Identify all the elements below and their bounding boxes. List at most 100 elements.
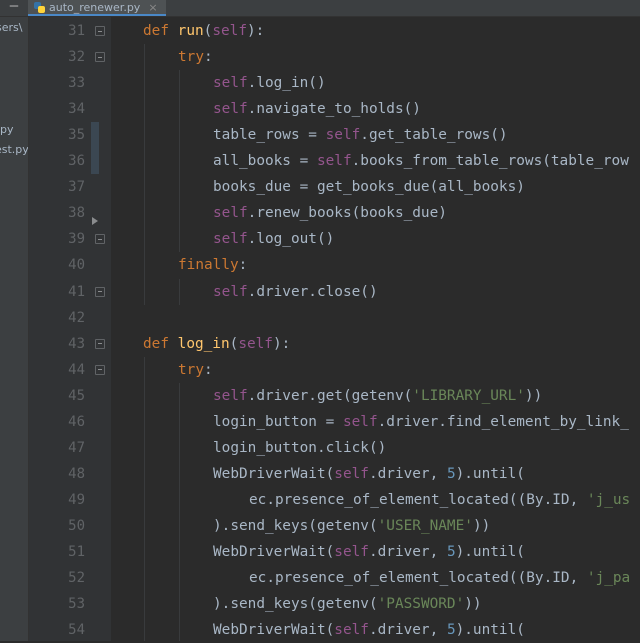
- code-token: ec.presence_of_element_located((By.ID,: [249, 570, 587, 587]
- code-token: table_rows =: [213, 127, 326, 144]
- fold-icon[interactable]: [95, 364, 105, 375]
- line-number: 43: [68, 335, 85, 352]
- code-line[interactable]: self.driver.get(getenv('LIBRARY_URL')): [213, 383, 542, 409]
- code-token: )): [464, 596, 482, 613]
- vcs-change-marker[interactable]: [91, 122, 99, 175]
- code-line[interactable]: WebDriverWait(self.driver, 5).until(: [213, 461, 525, 487]
- code-token: .driver.close(): [247, 283, 378, 300]
- code-token: ).until(: [455, 622, 525, 639]
- code-token: ):: [246, 23, 265, 39]
- indent-guide: [144, 44, 145, 305]
- line-number: 33: [68, 75, 85, 92]
- project-panel: sers\ py est.py: [0, 17, 29, 641]
- code-token: :: [238, 257, 248, 274]
- code-token: self: [334, 622, 369, 639]
- tab-auto-renewer[interactable]: auto_renewer.py ×: [28, 0, 166, 16]
- line-number: 40: [68, 257, 85, 274]
- line-number: 34: [68, 101, 85, 118]
- editor-tab-bar: — auto_renewer.py ×: [0, 0, 640, 17]
- indent-guide: [179, 278, 180, 305]
- tab-label: auto_renewer.py: [49, 0, 141, 14]
- code-token: try: [178, 361, 204, 378]
- code-line[interactable]: WebDriverWait(self.driver, 5).until(: [213, 617, 525, 641]
- code-token: )): [524, 387, 543, 404]
- fold-icon[interactable]: [95, 234, 105, 245]
- line-number: 45: [68, 387, 85, 404]
- code-line[interactable]: ec.presence_of_element_located((By.ID, '…: [249, 565, 630, 591]
- fold-icon[interactable]: [95, 338, 105, 349]
- code-line[interactable]: self.renew_books(books_due): [213, 200, 447, 226]
- line-number: 31: [68, 23, 85, 39]
- code-line[interactable]: ec.presence_of_element_located((By.ID, '…: [249, 487, 630, 513]
- code-token: 5: [446, 544, 456, 560]
- editor-gutter: 31 32 33 34 35 36 37 38 39 40 41 42 43 44 45 46 47 48 49 50…: [29, 17, 111, 641]
- code-token: ):: [272, 335, 291, 352]
- code-line[interactable]: self.log_out(): [213, 226, 334, 252]
- code-token: WebDriverWait(: [213, 622, 335, 639]
- code-token: self: [213, 231, 248, 248]
- code-line[interactable]: login_button.click(): [213, 435, 386, 461]
- project-file-item[interactable]: est.py: [0, 143, 28, 156]
- run-arrow-icon[interactable]: [92, 217, 98, 226]
- code-line[interactable]: def run(self):: [143, 18, 264, 44]
- code-token: .books_from_table_rows(table_row: [351, 153, 629, 170]
- code-line[interactable]: try:: [178, 44, 213, 70]
- code-token: log_in: [177, 335, 230, 352]
- code-token: .driver,: [368, 544, 447, 560]
- code-token: 5: [446, 465, 456, 482]
- code-token: ).send_keys(getenv(: [213, 517, 378, 534]
- code-token: self: [213, 101, 248, 118]
- code-token: self: [213, 283, 248, 300]
- line-number: 49: [68, 491, 85, 508]
- fold-icon[interactable]: [95, 286, 105, 297]
- code-token: .navigate_to_holds(): [247, 101, 421, 118]
- line-number: 38: [68, 205, 85, 222]
- code-token: def: [143, 335, 178, 352]
- code-token: 'j_us: [586, 491, 631, 508]
- code-line[interactable]: login_button = self.driver.find_element_…: [213, 409, 629, 435]
- code-line[interactable]: def log_in(self):: [143, 331, 290, 357]
- project-path[interactable]: sers\: [0, 21, 22, 34]
- code-line[interactable]: self.navigate_to_holds(): [213, 96, 421, 122]
- code-line[interactable]: try:: [178, 357, 213, 383]
- code-token: :: [204, 49, 213, 66]
- code-editor[interactable]: def run(self): try: self.log_in() self.navi…: [111, 17, 640, 641]
- code-token: ).until(: [455, 465, 525, 482]
- fold-icon[interactable]: [95, 52, 105, 63]
- code-line[interactable]: ).send_keys(getenv('PASSWORD')): [213, 591, 482, 617]
- code-token: :: [204, 361, 213, 378]
- code-token: finally: [178, 257, 239, 274]
- code-line[interactable]: all_books = self.books_from_table_rows(t…: [213, 148, 629, 174]
- code-line[interactable]: finally:: [178, 252, 247, 278]
- code-line[interactable]: WebDriverWait(self.driver, 5).until(: [213, 539, 525, 565]
- code-token: WebDriverWait(: [213, 465, 335, 482]
- code-token: 'PASSWORD': [377, 596, 465, 613]
- line-number: 44: [68, 361, 85, 378]
- code-token: self: [334, 544, 369, 560]
- code-line[interactable]: table_rows = self.get_table_rows(): [213, 122, 508, 148]
- project-file-item[interactable]: py: [0, 123, 14, 136]
- code-token: .get_table_rows(): [360, 127, 508, 144]
- line-number: 37: [68, 179, 85, 196]
- line-number: 35: [68, 127, 85, 144]
- code-line[interactable]: ).send_keys(getenv('USER_NAME')): [213, 513, 490, 539]
- indent-guide: [179, 382, 180, 641]
- line-number: 41: [68, 283, 85, 300]
- code-token: ).until(: [455, 544, 525, 560]
- fold-icon[interactable]: [95, 26, 105, 36]
- code-token: .driver,: [368, 622, 447, 639]
- code-line[interactable]: self.log_in(): [213, 70, 326, 96]
- code-line[interactable]: books_due = get_books_due(all_books): [213, 174, 525, 200]
- code-token: .log_out(): [247, 231, 335, 248]
- minimize-icon[interactable]: —: [4, 0, 24, 16]
- code-token: .driver.get(getenv(: [247, 387, 413, 404]
- line-number: 32: [68, 49, 85, 66]
- code-line[interactable]: self.driver.close(): [213, 279, 378, 305]
- code-token: 'LIBRARY_URL': [412, 387, 525, 404]
- code-token: all_books =: [213, 153, 317, 170]
- code-token: def: [143, 23, 178, 39]
- code-token: 5: [446, 622, 456, 639]
- code-token: self: [213, 387, 248, 404]
- close-icon[interactable]: ×: [148, 1, 157, 14]
- indent-guide: [179, 70, 180, 253]
